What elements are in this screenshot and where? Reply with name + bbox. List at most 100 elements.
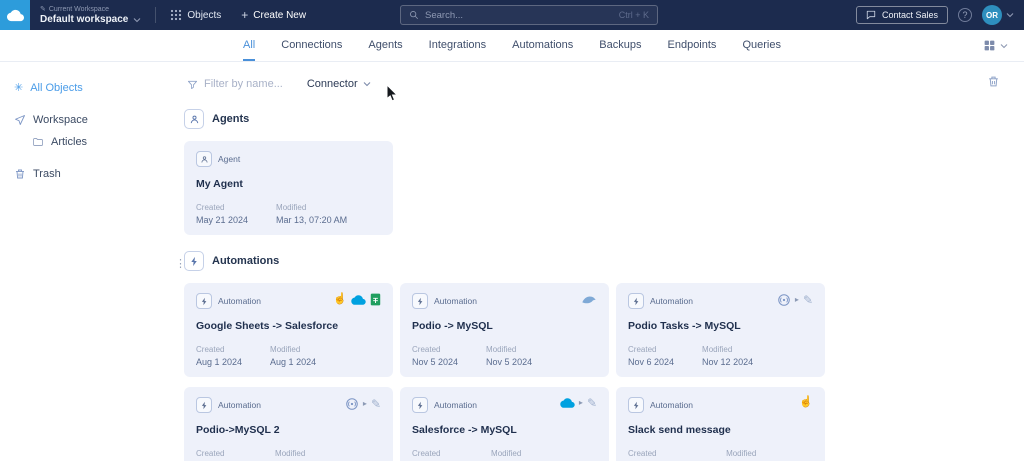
chevron-down-icon xyxy=(1006,12,1014,18)
tab-automations[interactable]: Automations xyxy=(512,30,573,61)
created-value: May 21 2024 xyxy=(196,215,249,225)
card-tag: Agent xyxy=(196,151,381,167)
created-value: Nov 5 2024 xyxy=(412,357,459,367)
automation-card[interactable]: Automation ▸ ✎ Podio Tasks -> MySQL Crea… xyxy=(616,283,825,377)
created-label: Created xyxy=(412,345,441,354)
tab-endpoints[interactable]: Endpoints xyxy=(668,30,717,61)
card-meta: Created Nov 6 2024 Modified Nov 12 2024 xyxy=(628,345,813,367)
account-menu[interactable]: OR xyxy=(982,5,1014,25)
pencil-icon: ✎ xyxy=(370,397,381,411)
app-logo[interactable] xyxy=(0,0,30,30)
modified-label: Modified xyxy=(486,345,517,354)
sidebar-item-label: All Objects xyxy=(30,81,83,94)
connector-dropdown[interactable]: Connector xyxy=(307,78,371,90)
automation-section-icon xyxy=(184,251,204,271)
topbar-right: Contact Sales ? OR xyxy=(855,5,1024,25)
agent-card[interactable]: Agent My Agent Created May 21 2024 Modif… xyxy=(184,141,393,235)
chevron-down-icon xyxy=(1000,43,1008,49)
filter-by-name-input[interactable]: Filter by name... xyxy=(187,78,283,90)
tab-all[interactable]: All xyxy=(243,30,256,61)
workspace-switcher[interactable]: ✎ Current Workspace Default workspace xyxy=(40,5,141,25)
google-sheets-icon xyxy=(370,293,381,306)
tab-integrations[interactable]: Integrations xyxy=(429,30,486,61)
search-input[interactable]: Search... Ctrl + K xyxy=(400,5,658,25)
agents-card-grid: Agent My Agent Created May 21 2024 Modif… xyxy=(184,141,1024,235)
card-title: Podio Tasks -> MySQL xyxy=(628,320,741,332)
arrow-right-icon: ▸ xyxy=(794,295,799,304)
card-meta: Created Nov 27 2024 Modified Nov 27 2024 xyxy=(412,449,597,461)
card-meta: Created Nov 5 2024 Modified Nov 5 2024 xyxy=(412,345,597,367)
card-tag-label: Automation xyxy=(434,296,477,306)
lightning-icon xyxy=(196,293,212,309)
modified-label: Modified xyxy=(491,449,522,458)
content: ✳ All Objects Workspace Articles Trash F… xyxy=(0,62,1024,461)
agent-icon xyxy=(189,114,200,125)
card-meta: Created Jan 27, 10:06 AM Modified Jan 27… xyxy=(628,449,813,461)
section-title: Agents xyxy=(212,113,250,125)
edit-icon: ✎ xyxy=(40,6,46,13)
create-new-button[interactable]: + Create New xyxy=(241,8,306,22)
card-meta: Created May 21 2024 Modified Mar 13, 07:… xyxy=(196,203,381,225)
view-switcher[interactable] xyxy=(983,30,1008,61)
created-label: Created xyxy=(196,203,225,212)
page: ✎ Current Workspace Default workspace Ob… xyxy=(0,0,1024,461)
card-tag-label: Automation xyxy=(218,400,261,410)
created-label: Created xyxy=(196,449,225,458)
main-panel: Filter by name... Connector Agents Agent… xyxy=(181,62,1024,461)
help-icon[interactable]: ? xyxy=(958,8,972,22)
card-title: Podio -> MySQL xyxy=(412,320,493,332)
card-tag-label: Agent xyxy=(218,154,241,164)
sidebar-item-trash[interactable]: Trash xyxy=(0,163,181,185)
lightning-icon xyxy=(628,293,644,309)
modified-label: Modified xyxy=(726,449,757,458)
automation-card[interactable]: Automation ☝ Google Sheets -> Salesforce… xyxy=(184,283,393,377)
connector-icons: ▸ ✎ xyxy=(560,397,597,409)
grid-icon xyxy=(170,9,182,21)
webhook-icon xyxy=(345,397,359,411)
connector-icons xyxy=(581,293,597,305)
arrow-right-icon: ▸ xyxy=(578,398,583,407)
modified-label: Modified xyxy=(702,345,733,354)
lightning-icon xyxy=(196,397,212,413)
objects-button[interactable]: Objects xyxy=(170,9,221,21)
sidebar-item-all-objects[interactable]: ✳ All Objects xyxy=(0,76,181,99)
created-label: Created xyxy=(412,449,441,458)
sidebar-item-workspace[interactable]: Workspace xyxy=(0,109,181,131)
drag-handle[interactable]: ⋮ xyxy=(175,259,186,270)
connector-icons: ☝ xyxy=(799,397,813,408)
delete-button[interactable] xyxy=(987,75,1000,93)
created-label: Created xyxy=(628,345,657,354)
automation-card[interactable]: Automation ▸ ✎ Salesforce -> MySQL Creat… xyxy=(400,387,609,461)
lightning-icon xyxy=(412,293,428,309)
automations-card-grid: Automation ☝ Google Sheets -> Salesforce… xyxy=(184,283,1024,461)
card-tag-label: Automation xyxy=(218,296,261,306)
folder-icon xyxy=(32,136,44,148)
section-title: Automations xyxy=(212,255,280,267)
salesforce-icon xyxy=(351,294,366,306)
lightning-icon xyxy=(189,256,200,267)
modified-value: Aug 1 2024 xyxy=(270,357,317,367)
lightning-icon xyxy=(628,397,644,413)
trash-icon xyxy=(14,168,26,180)
objects-button-label: Objects xyxy=(187,9,222,21)
plus-icon: + xyxy=(241,8,249,22)
automation-card[interactable]: Automation ☝ Slack send message Created … xyxy=(616,387,825,461)
tab-queries[interactable]: Queries xyxy=(742,30,781,61)
chevron-down-icon xyxy=(133,17,141,23)
contact-sales-button[interactable]: Contact Sales xyxy=(855,6,948,24)
tab-agents[interactable]: Agents xyxy=(368,30,402,61)
topbar: ✎ Current Workspace Default workspace Ob… xyxy=(0,0,1024,30)
automation-card[interactable]: Automation ▸ ✎ Podio->MySQL 2 Created No… xyxy=(184,387,393,461)
sidebar-item-articles[interactable]: Articles xyxy=(0,131,181,153)
card-tag-label: Automation xyxy=(650,296,693,306)
modified-label: Modified xyxy=(275,449,306,458)
tab-connections[interactable]: Connections xyxy=(281,30,342,61)
pointer-hand-icon: ☝ xyxy=(799,396,813,408)
automation-card[interactable]: Automation Podio -> MySQL Created Nov 5 … xyxy=(400,283,609,377)
workspace-name: Default workspace xyxy=(40,14,129,25)
card-meta: Created Aug 1 2024 Modified Aug 1 2024 xyxy=(196,345,381,367)
pencil-icon: ✎ xyxy=(586,396,597,410)
tab-backups[interactable]: Backups xyxy=(599,30,641,61)
pointer-hand-icon: ☝ xyxy=(333,293,347,305)
card-tag-label: Automation xyxy=(434,400,477,410)
